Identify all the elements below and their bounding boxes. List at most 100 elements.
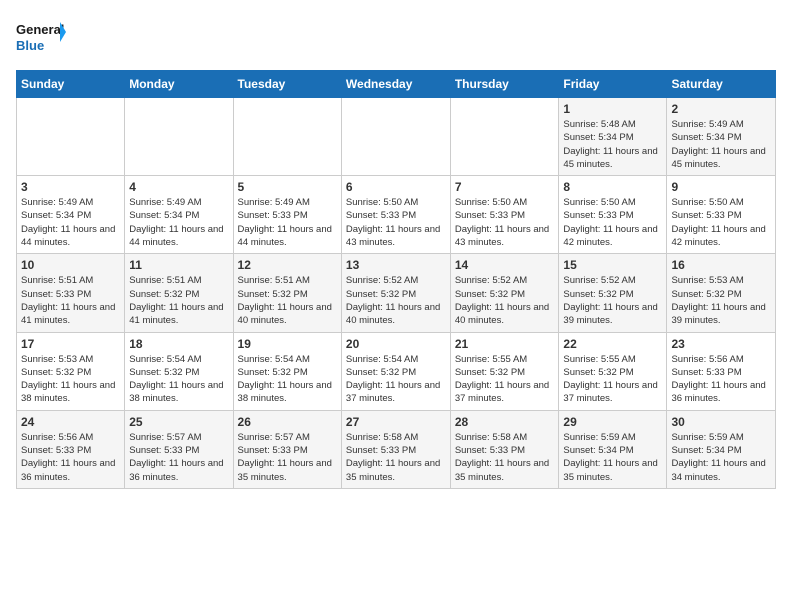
day-cell-1: 1 Sunrise: 5:48 AM Sunset: 5:34 PM Daylig… <box>559 98 667 176</box>
logo-svg: General Blue <box>16 16 66 58</box>
day-number: 15 <box>563 258 662 272</box>
day-info: Sunrise: 5:54 AM Sunset: 5:32 PM Dayligh… <box>238 353 337 406</box>
day-info: Sunrise: 5:57 AM Sunset: 5:33 PM Dayligh… <box>129 431 228 484</box>
day-info: Sunrise: 5:49 AM Sunset: 5:33 PM Dayligh… <box>238 196 337 249</box>
day-info: Sunrise: 5:48 AM Sunset: 5:34 PM Dayligh… <box>563 118 662 171</box>
week-row-1: 1 Sunrise: 5:48 AM Sunset: 5:34 PM Daylig… <box>17 98 776 176</box>
day-info: Sunrise: 5:59 AM Sunset: 5:34 PM Dayligh… <box>671 431 771 484</box>
day-cell-4: 4 Sunrise: 5:49 AM Sunset: 5:34 PM Daylig… <box>125 176 233 254</box>
day-cell-7: 7 Sunrise: 5:50 AM Sunset: 5:33 PM Daylig… <box>450 176 559 254</box>
day-cell-20: 20Sunrise: 5:54 AM Sunset: 5:32 PM Dayli… <box>341 332 450 410</box>
day-number: 23 <box>671 337 771 351</box>
day-cell-2: 2Sunrise: 5:49 AM Sunset: 5:34 PM Daylig… <box>667 98 776 176</box>
header-saturday: Saturday <box>667 71 776 98</box>
day-number: 2 <box>671 102 771 116</box>
day-cell-27: 27 Sunrise: 5:58 AM Sunset: 5:33 PM Dayli… <box>341 410 450 488</box>
day-cell-21: 21 Sunrise: 5:55 AM Sunset: 5:32 PM Dayli… <box>450 332 559 410</box>
day-number: 6 <box>346 180 446 194</box>
day-cell-19: 19 Sunrise: 5:54 AM Sunset: 5:32 PM Dayli… <box>233 332 341 410</box>
day-info: Sunrise: 5:52 AM Sunset: 5:32 PM Dayligh… <box>455 274 555 327</box>
day-cell-28: 28 Sunrise: 5:58 AM Sunset: 5:33 PM Dayli… <box>450 410 559 488</box>
day-info: Sunrise: 5:55 AM Sunset: 5:32 PM Dayligh… <box>563 353 662 406</box>
day-number: 1 <box>563 102 662 116</box>
logo: General Blue <box>16 16 66 58</box>
day-number: 4 <box>129 180 228 194</box>
day-cell-5: 5Sunrise: 5:49 AM Sunset: 5:33 PM Daylig… <box>233 176 341 254</box>
day-number: 27 <box>346 415 446 429</box>
day-number: 19 <box>238 337 337 351</box>
day-number: 28 <box>455 415 555 429</box>
day-info: Sunrise: 5:55 AM Sunset: 5:32 PM Dayligh… <box>455 353 555 406</box>
svg-text:General: General <box>16 22 64 37</box>
header-thursday: Thursday <box>450 71 559 98</box>
day-number: 21 <box>455 337 555 351</box>
day-info: Sunrise: 5:54 AM Sunset: 5:32 PM Dayligh… <box>346 353 446 406</box>
day-number: 10 <box>21 258 120 272</box>
day-cell-25: 25 Sunrise: 5:57 AM Sunset: 5:33 PM Dayli… <box>125 410 233 488</box>
day-info: Sunrise: 5:51 AM Sunset: 5:33 PM Dayligh… <box>21 274 120 327</box>
day-cell-24: 24 Sunrise: 5:56 AM Sunset: 5:33 PM Dayli… <box>17 410 125 488</box>
week-row-4: 17 Sunrise: 5:53 AM Sunset: 5:32 PM Dayli… <box>17 332 776 410</box>
day-number: 11 <box>129 258 228 272</box>
header-sunday: Sunday <box>17 71 125 98</box>
day-cell-29: 29 Sunrise: 5:59 AM Sunset: 5:34 PM Dayli… <box>559 410 667 488</box>
day-cell-26: 26Sunrise: 5:57 AM Sunset: 5:33 PM Dayli… <box>233 410 341 488</box>
week-row-5: 24 Sunrise: 5:56 AM Sunset: 5:33 PM Dayli… <box>17 410 776 488</box>
day-info: Sunrise: 5:56 AM Sunset: 5:33 PM Dayligh… <box>21 431 120 484</box>
empty-cell <box>17 98 125 176</box>
day-number: 17 <box>21 337 120 351</box>
day-number: 12 <box>238 258 337 272</box>
day-number: 18 <box>129 337 228 351</box>
day-number: 22 <box>563 337 662 351</box>
day-info: Sunrise: 5:52 AM Sunset: 5:32 PM Dayligh… <box>563 274 662 327</box>
day-info: Sunrise: 5:49 AM Sunset: 5:34 PM Dayligh… <box>21 196 120 249</box>
day-cell-12: 12 Sunrise: 5:51 AM Sunset: 5:32 PM Dayli… <box>233 254 341 332</box>
calendar: SundayMondayTuesdayWednesdayThursdayFrid… <box>16 70 776 489</box>
day-number: 3 <box>21 180 120 194</box>
day-info: Sunrise: 5:50 AM Sunset: 5:33 PM Dayligh… <box>671 196 771 249</box>
empty-cell <box>341 98 450 176</box>
day-info: Sunrise: 5:58 AM Sunset: 5:33 PM Dayligh… <box>455 431 555 484</box>
svg-text:Blue: Blue <box>16 38 44 53</box>
header-wednesday: Wednesday <box>341 71 450 98</box>
day-number: 24 <box>21 415 120 429</box>
day-info: Sunrise: 5:49 AM Sunset: 5:34 PM Dayligh… <box>129 196 228 249</box>
day-info: Sunrise: 5:53 AM Sunset: 5:32 PM Dayligh… <box>21 353 120 406</box>
day-info: Sunrise: 5:52 AM Sunset: 5:32 PM Dayligh… <box>346 274 446 327</box>
empty-cell <box>450 98 559 176</box>
day-cell-18: 18Sunrise: 5:54 AM Sunset: 5:32 PM Dayli… <box>125 332 233 410</box>
day-info: Sunrise: 5:58 AM Sunset: 5:33 PM Dayligh… <box>346 431 446 484</box>
day-info: Sunrise: 5:51 AM Sunset: 5:32 PM Dayligh… <box>129 274 228 327</box>
header-monday: Monday <box>125 71 233 98</box>
day-number: 8 <box>563 180 662 194</box>
day-number: 26 <box>238 415 337 429</box>
calendar-header-row: SundayMondayTuesdayWednesdayThursdayFrid… <box>17 71 776 98</box>
day-number: 16 <box>671 258 771 272</box>
day-info: Sunrise: 5:53 AM Sunset: 5:32 PM Dayligh… <box>671 274 771 327</box>
header: General Blue <box>16 16 776 58</box>
day-info: Sunrise: 5:59 AM Sunset: 5:34 PM Dayligh… <box>563 431 662 484</box>
day-cell-10: 10 Sunrise: 5:51 AM Sunset: 5:33 PM Dayli… <box>17 254 125 332</box>
day-cell-9: 9 Sunrise: 5:50 AM Sunset: 5:33 PM Daylig… <box>667 176 776 254</box>
day-number: 9 <box>671 180 771 194</box>
day-cell-14: 14 Sunrise: 5:52 AM Sunset: 5:32 PM Dayli… <box>450 254 559 332</box>
day-cell-8: 8 Sunrise: 5:50 AM Sunset: 5:33 PM Daylig… <box>559 176 667 254</box>
day-cell-17: 17 Sunrise: 5:53 AM Sunset: 5:32 PM Dayli… <box>17 332 125 410</box>
day-number: 14 <box>455 258 555 272</box>
week-row-3: 10 Sunrise: 5:51 AM Sunset: 5:33 PM Dayli… <box>17 254 776 332</box>
day-number: 25 <box>129 415 228 429</box>
day-info: Sunrise: 5:50 AM Sunset: 5:33 PM Dayligh… <box>563 196 662 249</box>
day-number: 7 <box>455 180 555 194</box>
empty-cell <box>233 98 341 176</box>
day-cell-11: 11 Sunrise: 5:51 AM Sunset: 5:32 PM Dayli… <box>125 254 233 332</box>
day-cell-13: 13Sunrise: 5:52 AM Sunset: 5:32 PM Dayli… <box>341 254 450 332</box>
day-cell-22: 22 Sunrise: 5:55 AM Sunset: 5:32 PM Dayli… <box>559 332 667 410</box>
week-row-2: 3 Sunrise: 5:49 AM Sunset: 5:34 PM Daylig… <box>17 176 776 254</box>
day-cell-23: 23Sunrise: 5:56 AM Sunset: 5:33 PM Dayli… <box>667 332 776 410</box>
empty-cell <box>125 98 233 176</box>
day-info: Sunrise: 5:50 AM Sunset: 5:33 PM Dayligh… <box>455 196 555 249</box>
day-number: 30 <box>671 415 771 429</box>
day-number: 29 <box>563 415 662 429</box>
day-info: Sunrise: 5:51 AM Sunset: 5:32 PM Dayligh… <box>238 274 337 327</box>
day-cell-3: 3 Sunrise: 5:49 AM Sunset: 5:34 PM Daylig… <box>17 176 125 254</box>
